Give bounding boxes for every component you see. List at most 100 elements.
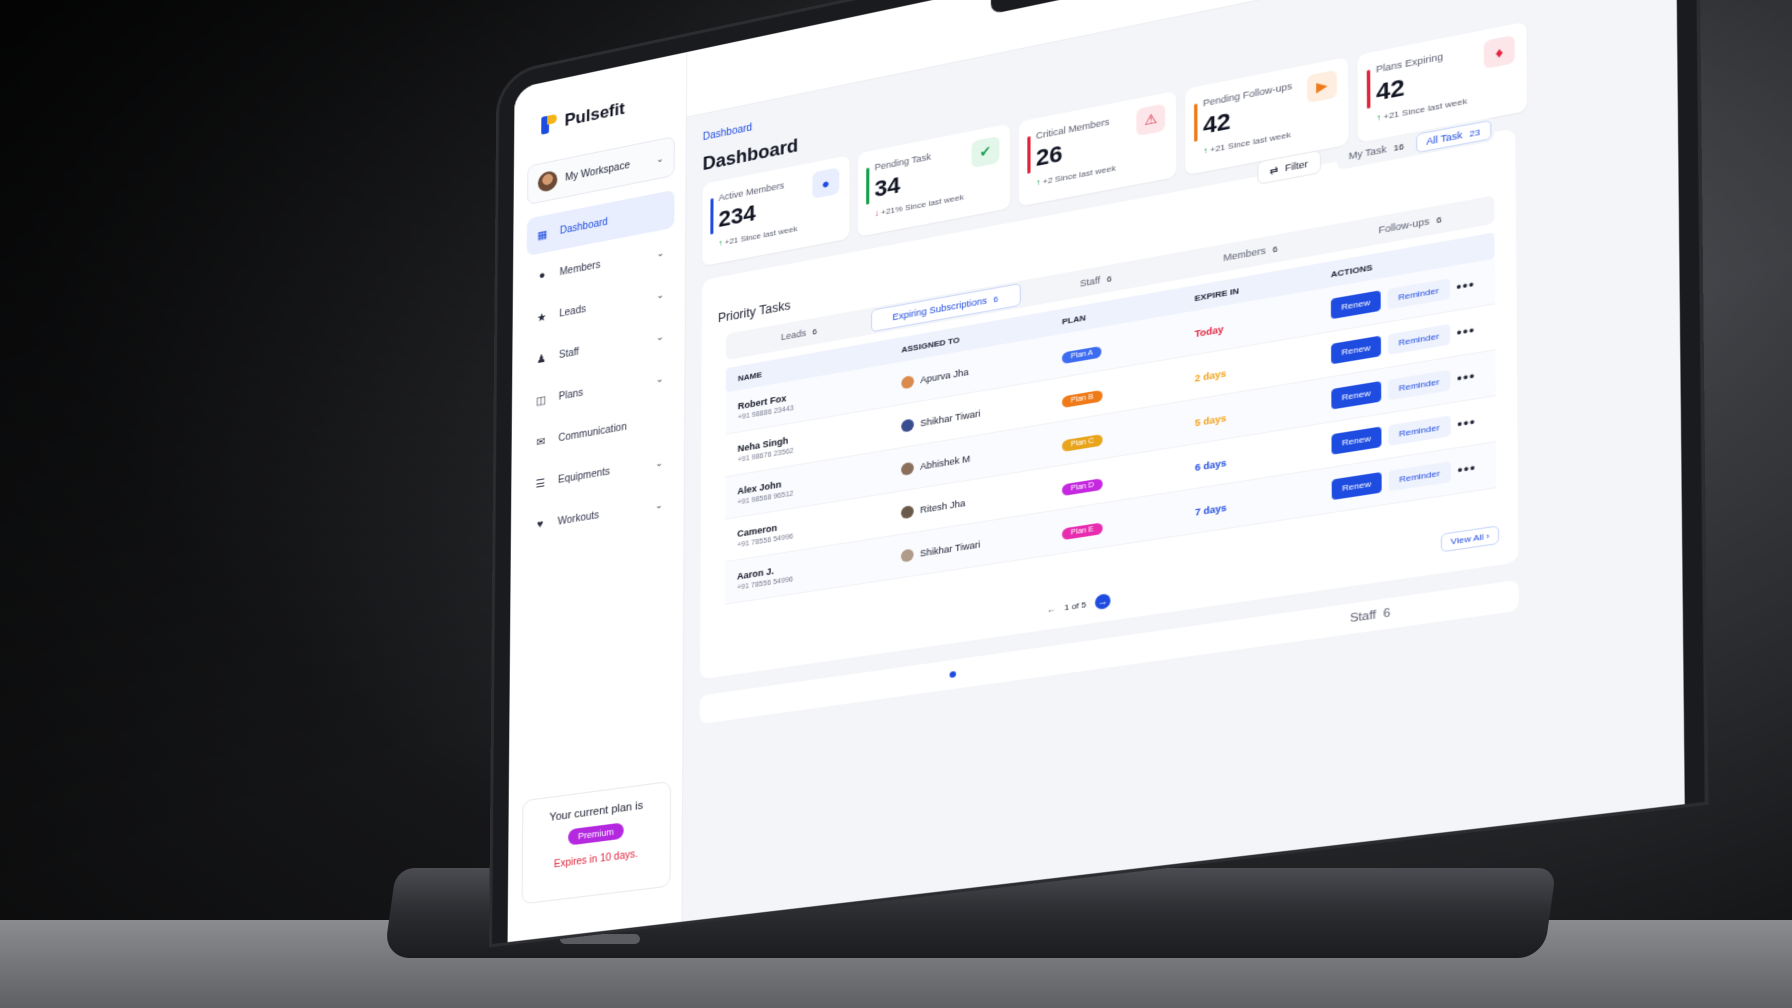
reminder-button[interactable]: Reminder [1388,461,1451,492]
sidebar-item-label: Members [559,259,601,278]
laptop-base-lip [560,934,640,944]
arrow-up-icon: ↑ [1376,112,1381,124]
expire-value: Today [1194,323,1224,339]
members-icon: ● [538,269,546,283]
sidebar-item-label: Plans [558,387,584,403]
expire-value: 6 days [1194,456,1227,473]
stat-card[interactable]: Critical Members 26 ↑ +2 Since last week… [1018,90,1177,207]
view-all-label: View All [1450,531,1484,547]
plan-badge: Plan C [1062,433,1103,452]
brand-name: Pulsefit [564,98,625,130]
more-options-icon[interactable]: ••• [1457,414,1476,432]
reminder-button[interactable]: Reminder [1387,278,1450,310]
more-options-icon[interactable]: ••• [1457,368,1476,386]
my-task-label: My Task [1348,143,1387,162]
assignee-name: Abhishek M [920,452,971,472]
expire-value: 2 days [1194,367,1227,384]
stat-accent-bar [710,197,714,235]
tab-label: Leads [780,327,807,343]
chevron-down-icon: ⌄ [656,288,664,301]
stat-card[interactable]: Pending Task 34 ↓ +21% Since last week ✔ [857,123,1011,237]
renew-button[interactable]: Renew [1331,471,1382,501]
tab-count: 6 [1106,273,1112,284]
plan-badge: Plan A [1062,345,1102,364]
stat-delta-value: +21 [1210,142,1226,155]
sidebar: Pulsefit My Workspace ⌄ ▦ Dashboard ● Me… [507,51,688,943]
chevron-down-icon: ⌄ [655,456,663,469]
avatar [537,169,558,194]
renew-button[interactable]: Renew [1331,335,1381,365]
avatar [900,547,914,563]
next-page-arrow-icon[interactable]: → [1095,593,1111,611]
sidebar-item-label: Communication [558,421,627,444]
renew-button[interactable]: Renew [1331,426,1382,455]
reminder-button[interactable]: Reminder [1388,415,1451,446]
sidebar-item-label: Workouts [557,509,600,528]
main-content: ⚙ 🔔 Dashboard Dashboard Active Members 2… [682,0,1684,922]
plan-badge: Plan D [1062,477,1103,496]
cell-plan: Plan D [1062,457,1195,497]
all-task-count: 23 [1469,126,1481,139]
pagination: ← 1 of 5 → [1047,593,1111,617]
priority-tasks-title: Priority Tasks [717,298,791,326]
prev-page-arrow-icon[interactable]: ← [1047,604,1056,615]
stat-delta-value: +21% [880,203,903,218]
page-indicator: 1 of 5 [1064,599,1087,612]
dumbbell-icon: ☰ [535,476,546,491]
chevron-down-icon: ⌄ [656,330,664,343]
renew-button[interactable]: Renew [1331,380,1382,410]
sidebar-item-label: Leads [559,303,586,320]
stat-delta-value: +21 [724,235,739,247]
sidebar-item-label: Staff [558,346,579,361]
arrow-up-icon: ↑ [718,238,723,249]
stat-accent-bar [1366,69,1371,109]
breadcrumb[interactable]: Dashboard [703,122,752,143]
tab-label: Members [1223,245,1266,264]
filter-sliders-icon: ⇄ [1269,163,1279,176]
cell-expire: 7 days [1195,480,1332,520]
expire-value: 5 days [1194,412,1227,428]
more-options-icon[interactable]: ••• [1458,460,1477,478]
plan-card-title: Your current plan is [549,799,644,824]
leads-icon: ★ [536,310,547,325]
stat-accent-bar [1027,136,1031,174]
staff-icon: ♟ [536,352,547,366]
arrow-up-icon: ↑ [1035,177,1041,188]
chevron-right-icon: › [1486,531,1490,542]
tab-count: 6 [1436,214,1442,225]
stat-card[interactable]: Active Members 234 ↑ +21 Since last week… [702,155,850,267]
assignee-name: Ritesh Jha [920,497,966,515]
expire-value: 7 days [1195,501,1227,518]
plan-badge: Plan B [1062,389,1103,408]
assignee-name: Shikhar Tiwari [919,538,981,559]
laptop-screen: Pulsefit My Workspace ⌄ ▦ Dashboard ● Me… [492,0,1705,944]
view-all-link[interactable]: View All › [1441,525,1500,553]
stat-delta-value: +2 [1042,175,1053,187]
tab-label: Staff [1080,274,1101,289]
reminder-button[interactable]: Reminder [1387,323,1450,355]
avatar [901,504,914,519]
stat-card[interactable]: Plans Expiring 42 ↑ +21 Since last week … [1357,21,1528,143]
sidebar-nav: ▦ Dashboard ● Members ⌄ ★ Leads ⌄ ♟ Staff … [524,189,675,550]
more-options-icon[interactable]: ••• [1457,322,1476,340]
assignee-name: Shikhar Tiwari [920,407,981,429]
stat-card[interactable]: Pending Follow-ups 42 ↑ +21 Since last w… [1185,56,1349,176]
filter-label: Filter [1285,158,1308,174]
stat-accent-bar [1194,103,1198,142]
secondary-tab-label: Staff [1349,608,1377,626]
chevron-down-icon: ⌄ [656,246,665,259]
more-options-icon[interactable]: ••• [1456,277,1475,295]
renew-button[interactable]: Renew [1330,290,1381,320]
current-plan-card: Your current plan is Premium Expires in … [521,780,672,905]
reminder-button[interactable]: Reminder [1388,369,1451,401]
app-window: Pulsefit My Workspace ⌄ ▦ Dashboard ● Me… [507,0,1685,943]
tab-label: Expiring Subscriptions [892,295,987,323]
avatar [901,374,914,390]
workspace-label: My Workspace [565,159,630,184]
cell-expire: 6 days [1195,435,1332,476]
chevron-down-icon: ⌄ [655,372,664,385]
chevron-down-icon: ⌄ [655,499,663,511]
plan-expiry-text: Expires in 10 days. [553,848,638,871]
cell-plan: Plan E [1062,501,1195,540]
brand[interactable]: Pulsefit [541,99,625,136]
